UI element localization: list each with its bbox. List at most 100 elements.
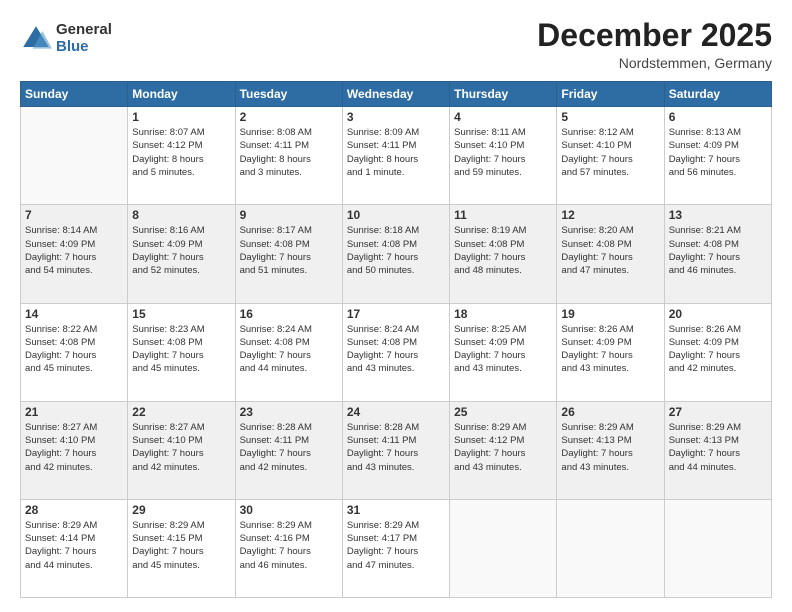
- day-info: Sunrise: 8:29 AM Sunset: 4:16 PM Dayligh…: [240, 519, 338, 572]
- day-info: Sunrise: 8:17 AM Sunset: 4:08 PM Dayligh…: [240, 224, 338, 277]
- table-cell: 3 Sunrise: 8:09 AM Sunset: 4:11 PM Daylig…: [342, 107, 449, 205]
- day-number: 8: [132, 208, 230, 222]
- day-info: Sunrise: 8:19 AM Sunset: 4:08 PM Dayligh…: [454, 224, 552, 277]
- col-saturday: Saturday: [664, 82, 771, 107]
- day-info: Sunrise: 8:18 AM Sunset: 4:08 PM Dayligh…: [347, 224, 445, 277]
- table-cell: 19 Sunrise: 8:26 AM Sunset: 4:09 PM Dayli…: [557, 303, 664, 401]
- day-number: 31: [347, 503, 445, 517]
- day-info: Sunrise: 8:07 AM Sunset: 4:12 PM Dayligh…: [132, 126, 230, 179]
- table-cell: 18 Sunrise: 8:25 AM Sunset: 4:09 PM Dayli…: [450, 303, 557, 401]
- day-info: Sunrise: 8:09 AM Sunset: 4:11 PM Dayligh…: [347, 126, 445, 179]
- day-info: Sunrise: 8:24 AM Sunset: 4:08 PM Dayligh…: [347, 323, 445, 376]
- table-cell: 30 Sunrise: 8:29 AM Sunset: 4:16 PM Dayli…: [235, 499, 342, 597]
- day-number: 29: [132, 503, 230, 517]
- day-number: 28: [25, 503, 123, 517]
- day-info: Sunrise: 8:21 AM Sunset: 4:08 PM Dayligh…: [669, 224, 767, 277]
- day-number: 18: [454, 307, 552, 321]
- day-info: Sunrise: 8:25 AM Sunset: 4:09 PM Dayligh…: [454, 323, 552, 376]
- table-cell: 23Sunrise: 8:28 AM Sunset: 4:11 PM Dayli…: [235, 401, 342, 499]
- month-title: December 2025: [537, 18, 772, 53]
- day-info: Sunrise: 8:28 AM Sunset: 4:11 PM Dayligh…: [347, 421, 445, 474]
- day-number: 13: [669, 208, 767, 222]
- day-number: 2: [240, 110, 338, 124]
- day-number: 4: [454, 110, 552, 124]
- calendar-row: 7Sunrise: 8:14 AM Sunset: 4:09 PM Daylig…: [21, 205, 772, 303]
- day-number: 15: [132, 307, 230, 321]
- col-tuesday: Tuesday: [235, 82, 342, 107]
- day-number: 17: [347, 307, 445, 321]
- table-cell: [664, 499, 771, 597]
- table-cell: 22 Sunrise: 8:27 AM Sunset: 4:10 PM Dayli…: [128, 401, 235, 499]
- table-cell: 10 Sunrise: 8:18 AM Sunset: 4:08 PM Dayli…: [342, 205, 449, 303]
- title-block: December 2025 Nordstemmen, Germany: [537, 18, 772, 71]
- table-cell: [21, 107, 128, 205]
- day-number: 3: [347, 110, 445, 124]
- logo-general-text: General: [56, 22, 112, 39]
- logo-blue-text: Blue: [56, 39, 112, 56]
- day-info: Sunrise: 8:27 AM Sunset: 4:10 PM Dayligh…: [132, 421, 230, 474]
- day-number: 27: [669, 405, 767, 419]
- day-number: 25: [454, 405, 552, 419]
- day-info: Sunrise: 8:26 AM Sunset: 4:09 PM Dayligh…: [561, 323, 659, 376]
- col-friday: Friday: [557, 82, 664, 107]
- day-number: 23: [240, 405, 338, 419]
- table-cell: 24 Sunrise: 8:28 AM Sunset: 4:11 PM Dayli…: [342, 401, 449, 499]
- day-number: 6: [669, 110, 767, 124]
- table-cell: 17 Sunrise: 8:24 AM Sunset: 4:08 PM Dayli…: [342, 303, 449, 401]
- table-cell: 28 Sunrise: 8:29 AM Sunset: 4:14 PM Dayli…: [21, 499, 128, 597]
- day-number: 14: [25, 307, 123, 321]
- day-number: 19: [561, 307, 659, 321]
- day-number: 9: [240, 208, 338, 222]
- day-number: 20: [669, 307, 767, 321]
- table-cell: [450, 499, 557, 597]
- day-info: Sunrise: 8:13 AM Sunset: 4:09 PM Dayligh…: [669, 126, 767, 179]
- table-cell: 29 Sunrise: 8:29 AM Sunset: 4:15 PM Dayli…: [128, 499, 235, 597]
- day-number: 11: [454, 208, 552, 222]
- day-info: Sunrise: 8:23 AM Sunset: 4:08 PM Dayligh…: [132, 323, 230, 376]
- table-cell: 5Sunrise: 8:12 AM Sunset: 4:10 PM Daylig…: [557, 107, 664, 205]
- day-number: 7: [25, 208, 123, 222]
- day-number: 24: [347, 405, 445, 419]
- table-cell: 12 Sunrise: 8:20 AM Sunset: 4:08 PM Dayli…: [557, 205, 664, 303]
- logo: General Blue: [20, 22, 112, 55]
- table-cell: 11 Sunrise: 8:19 AM Sunset: 4:08 PM Dayli…: [450, 205, 557, 303]
- day-number: 21: [25, 405, 123, 419]
- day-info: Sunrise: 8:20 AM Sunset: 4:08 PM Dayligh…: [561, 224, 659, 277]
- table-cell: 9 Sunrise: 8:17 AM Sunset: 4:08 PM Daylig…: [235, 205, 342, 303]
- day-info: Sunrise: 8:12 AM Sunset: 4:10 PM Dayligh…: [561, 126, 659, 179]
- table-cell: 2Sunrise: 8:08 AM Sunset: 4:11 PM Daylig…: [235, 107, 342, 205]
- day-info: Sunrise: 8:26 AM Sunset: 4:09 PM Dayligh…: [669, 323, 767, 376]
- table-cell: 31Sunrise: 8:29 AM Sunset: 4:17 PM Dayli…: [342, 499, 449, 597]
- table-cell: 15 Sunrise: 8:23 AM Sunset: 4:08 PM Dayli…: [128, 303, 235, 401]
- page: General Blue December 2025 Nordstemmen, …: [0, 0, 792, 612]
- day-number: 1: [132, 110, 230, 124]
- day-number: 22: [132, 405, 230, 419]
- day-info: Sunrise: 8:29 AM Sunset: 4:14 PM Dayligh…: [25, 519, 123, 572]
- logo-icon: [20, 23, 52, 55]
- day-number: 12: [561, 208, 659, 222]
- calendar-table: Sunday Monday Tuesday Wednesday Thursday…: [20, 81, 772, 598]
- day-info: Sunrise: 8:27 AM Sunset: 4:10 PM Dayligh…: [25, 421, 123, 474]
- table-cell: 1 Sunrise: 8:07 AM Sunset: 4:12 PM Daylig…: [128, 107, 235, 205]
- day-info: Sunrise: 8:29 AM Sunset: 4:13 PM Dayligh…: [669, 421, 767, 474]
- table-cell: 8Sunrise: 8:16 AM Sunset: 4:09 PM Daylig…: [128, 205, 235, 303]
- day-info: Sunrise: 8:29 AM Sunset: 4:15 PM Dayligh…: [132, 519, 230, 572]
- table-cell: [557, 499, 664, 597]
- col-wednesday: Wednesday: [342, 82, 449, 107]
- table-cell: 6 Sunrise: 8:13 AM Sunset: 4:09 PM Daylig…: [664, 107, 771, 205]
- table-cell: 14Sunrise: 8:22 AM Sunset: 4:08 PM Dayli…: [21, 303, 128, 401]
- day-number: 16: [240, 307, 338, 321]
- col-thursday: Thursday: [450, 82, 557, 107]
- table-cell: 7Sunrise: 8:14 AM Sunset: 4:09 PM Daylig…: [21, 205, 128, 303]
- table-cell: 21 Sunrise: 8:27 AM Sunset: 4:10 PM Dayli…: [21, 401, 128, 499]
- day-info: Sunrise: 8:29 AM Sunset: 4:13 PM Dayligh…: [561, 421, 659, 474]
- calendar-row: 21 Sunrise: 8:27 AM Sunset: 4:10 PM Dayli…: [21, 401, 772, 499]
- day-info: Sunrise: 8:29 AM Sunset: 4:12 PM Dayligh…: [454, 421, 552, 474]
- table-cell: 25 Sunrise: 8:29 AM Sunset: 4:12 PM Dayli…: [450, 401, 557, 499]
- table-cell: 16Sunrise: 8:24 AM Sunset: 4:08 PM Dayli…: [235, 303, 342, 401]
- day-number: 10: [347, 208, 445, 222]
- day-number: 30: [240, 503, 338, 517]
- calendar-header-row: Sunday Monday Tuesday Wednesday Thursday…: [21, 82, 772, 107]
- table-cell: 13 Sunrise: 8:21 AM Sunset: 4:08 PM Dayli…: [664, 205, 771, 303]
- table-cell: 20 Sunrise: 8:26 AM Sunset: 4:09 PM Dayli…: [664, 303, 771, 401]
